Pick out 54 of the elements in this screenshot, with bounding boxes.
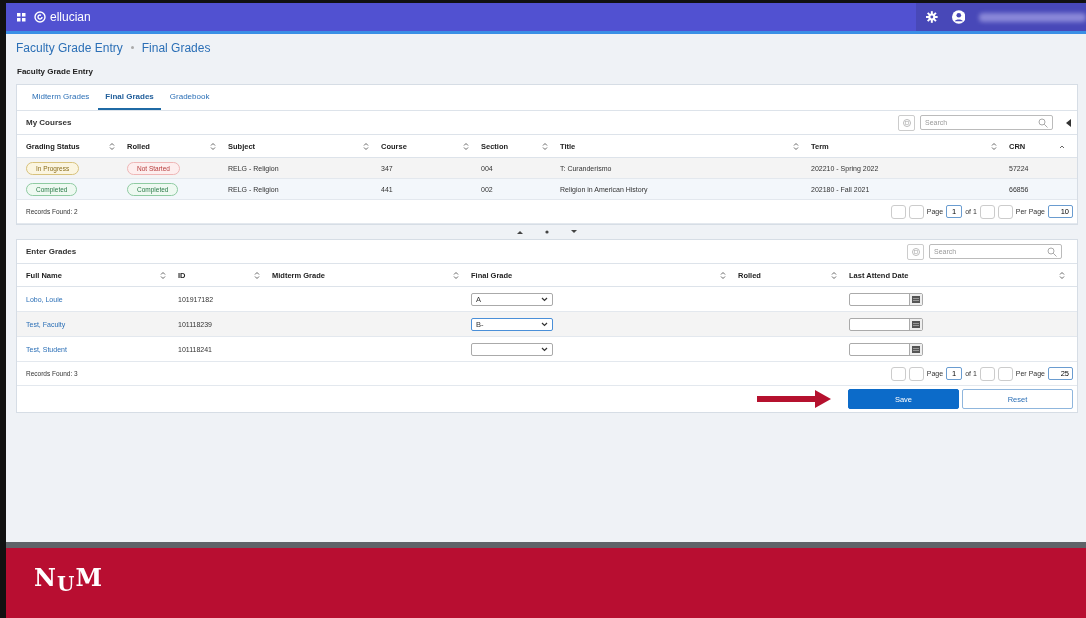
sort-icon[interactable]: [463, 141, 469, 151]
sort-icon[interactable]: [1059, 270, 1065, 280]
sort-icon[interactable]: [453, 270, 459, 280]
brand-logo-icon: [34, 11, 46, 23]
sort-icon[interactable]: [793, 141, 799, 151]
breadcrumb-current: Final Grades: [141, 40, 211, 55]
breadcrumb-separator: [130, 46, 134, 49]
calendar-icon[interactable]: [912, 320, 920, 328]
grade-dropdown[interactable]: [471, 342, 553, 356]
sort-icon[interactable]: [831, 270, 837, 280]
tab[interactable]: Midterm Grades: [25, 85, 97, 110]
sort-ascending-icon[interactable]: [1059, 143, 1065, 149]
sort-icon[interactable]: [210, 141, 216, 151]
sort-icon[interactable]: [109, 141, 115, 151]
last-page-button[interactable]: [997, 366, 1013, 381]
columns-icon: [902, 118, 911, 127]
sort-icon[interactable]: [254, 270, 260, 280]
tab[interactable]: Gradebook: [162, 85, 217, 110]
sort-icon[interactable]: [991, 141, 997, 151]
splitter-handle-icon[interactable]: [517, 229, 577, 235]
sort-icon[interactable]: [542, 141, 548, 151]
section-title: My Courses: [26, 118, 72, 127]
columns-icon: [911, 247, 920, 256]
chevron-down-icon: [541, 346, 548, 352]
date-field[interactable]: [849, 317, 923, 331]
settings-icon[interactable]: [926, 11, 938, 23]
date-field[interactable]: [849, 342, 923, 356]
date-field[interactable]: [849, 292, 923, 306]
next-page-button[interactable]: [979, 366, 995, 381]
sort-icon[interactable]: [363, 141, 369, 151]
search-icon: [1038, 117, 1048, 128]
calendar-icon[interactable]: [912, 295, 920, 303]
section-title: Enter Grades: [26, 247, 77, 256]
first-page-button[interactable]: [890, 366, 906, 381]
columns-button[interactable]: [898, 114, 915, 131]
sort-icon[interactable]: [720, 270, 726, 280]
chevron-down-icon: [541, 321, 548, 327]
search-icon: [1047, 246, 1057, 257]
last-page-button[interactable]: [997, 204, 1013, 219]
calendar-icon[interactable]: [912, 345, 920, 353]
apps-grid-icon[interactable]: [17, 12, 26, 22]
next-page-button[interactable]: [979, 204, 995, 219]
user-avatar-icon[interactable]: [951, 10, 966, 24]
columns-button[interactable]: [907, 243, 924, 260]
previous-page-button[interactable]: [908, 204, 924, 219]
tab[interactable]: Final Grades: [98, 85, 161, 110]
page-title: Faculty Grade Entry: [16, 66, 95, 78]
breadcrumb-link[interactable]: Faculty Grade Entry: [16, 40, 123, 55]
chevron-down-icon: [541, 296, 548, 302]
collapse-arrow-icon[interactable]: [1066, 118, 1071, 127]
previous-page-button[interactable]: [908, 366, 924, 381]
first-page-button[interactable]: [890, 204, 906, 219]
brand-name: ellucian: [50, 10, 91, 24]
sort-icon[interactable]: [160, 270, 166, 280]
